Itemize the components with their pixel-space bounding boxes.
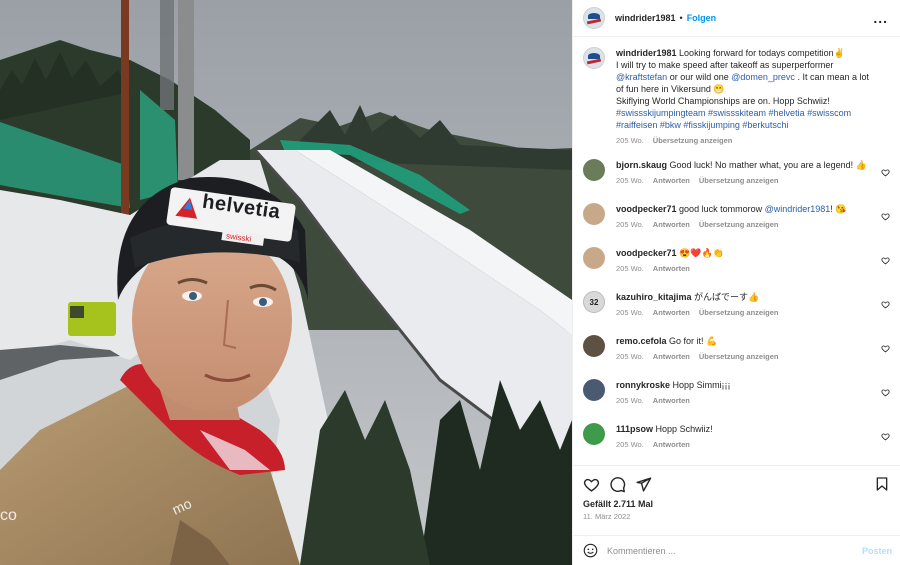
share-paper-plane-icon[interactable] bbox=[635, 476, 652, 493]
comment-text: 😍❤️🔥👏 bbox=[679, 248, 724, 258]
commenter-username[interactable]: 111psow bbox=[616, 424, 653, 434]
like-heart-icon[interactable] bbox=[881, 300, 890, 309]
comment-item: voodpecker71 😍❤️🔥👏 205 Wo. Antworten bbox=[583, 247, 890, 291]
follow-button[interactable]: Folgen bbox=[687, 13, 717, 23]
comment-time: 205 Wo. bbox=[616, 264, 644, 273]
separator-dot: • bbox=[679, 13, 683, 23]
commenter-username[interactable]: voodpecker71 bbox=[616, 248, 677, 258]
comment-time: 205 Wo. bbox=[616, 176, 644, 185]
comments-scroll-area[interactable]: windrider1981 Looking forward for todays… bbox=[573, 37, 900, 465]
commenter-avatar[interactable]: 32 bbox=[583, 291, 605, 313]
comment-text: Good luck! No mather what, you are a leg… bbox=[669, 160, 867, 170]
like-heart-icon[interactable] bbox=[881, 388, 890, 397]
reply-link[interactable]: Antworten bbox=[653, 263, 690, 275]
comment-text: ! 😘 bbox=[830, 204, 847, 214]
caption-line: Skiflying World Championships are on. Ho… bbox=[616, 96, 830, 106]
commenter-username[interactable]: bjorn.skaug bbox=[616, 160, 667, 170]
likes-count[interactable]: Gefällt 2.711 Mal bbox=[583, 499, 890, 509]
translate-link[interactable]: Übersetzung anzeigen bbox=[699, 219, 779, 231]
comment-item: 32 kazuhiro_kitajima がんばでーす👍 205 Wo. Ant… bbox=[583, 291, 890, 335]
reply-link[interactable]: Antworten bbox=[653, 175, 690, 187]
comment-item: 111psow Hopp Schwiiz! 205 Wo. Antworten bbox=[583, 423, 890, 465]
like-heart-icon[interactable] bbox=[881, 432, 890, 441]
post-actions: Gefällt 2.711 Mal 11. März 2022 bbox=[573, 465, 900, 535]
caption-time: 205 Wo. bbox=[616, 136, 644, 145]
like-heart-icon[interactable] bbox=[881, 256, 890, 265]
caption-line: or our wild one bbox=[669, 72, 729, 82]
comment-text: Hopp Simmi¡¡¡ bbox=[672, 380, 731, 390]
commenter-avatar[interactable] bbox=[583, 203, 605, 225]
like-heart-icon[interactable] bbox=[881, 344, 890, 353]
comment-text: good luck tommorow bbox=[679, 204, 763, 214]
author-avatar[interactable] bbox=[583, 47, 605, 69]
commenter-username[interactable]: ronnykroske bbox=[616, 380, 670, 390]
avatar-number: 32 bbox=[589, 298, 599, 307]
reply-link[interactable]: Antworten bbox=[653, 351, 690, 363]
comment-time: 205 Wo. bbox=[616, 220, 644, 229]
author-avatar[interactable] bbox=[583, 7, 605, 29]
commenter-avatar[interactable] bbox=[583, 379, 605, 401]
commenter-avatar[interactable] bbox=[583, 247, 605, 269]
post-header: windrider1981 • Folgen ... bbox=[573, 0, 900, 37]
commenter-avatar[interactable] bbox=[583, 159, 605, 181]
comment-item: remo.cefola Go for it! 💪 205 Wo. Antwort… bbox=[583, 335, 890, 379]
comment-input[interactable]: Kommentieren ... bbox=[607, 546, 862, 556]
comment-bubble-icon[interactable] bbox=[609, 476, 626, 493]
add-comment-bar: Kommentieren ... Posten bbox=[573, 535, 900, 565]
mention-link[interactable]: @windrider1981 bbox=[765, 204, 831, 214]
like-heart-icon[interactable] bbox=[881, 168, 890, 177]
comment-time: 205 Wo. bbox=[616, 352, 644, 361]
selfie-ski-jump-image: mo co bbox=[0, 0, 572, 565]
emoji-smiley-icon[interactable] bbox=[583, 543, 598, 558]
caption-line: I will try to make speed after takeoff a… bbox=[616, 60, 834, 70]
reply-link[interactable]: Antworten bbox=[653, 307, 690, 319]
translate-link[interactable]: Übersetzung anzeigen bbox=[653, 135, 733, 147]
like-heart-icon[interactable] bbox=[881, 212, 890, 221]
commenter-avatar[interactable] bbox=[583, 335, 605, 357]
like-heart-icon[interactable] bbox=[583, 476, 600, 493]
author-username[interactable]: windrider1981 bbox=[615, 13, 676, 23]
commenter-username[interactable]: voodpecker71 bbox=[616, 204, 677, 214]
mention-link[interactable]: @domen_prevc bbox=[731, 72, 795, 82]
post-photo[interactable]: mo co helvetia swisski bbox=[0, 0, 572, 565]
commenter-username[interactable]: kazuhiro_kitajima bbox=[616, 292, 692, 302]
comment-text: Hopp Schwiiz! bbox=[655, 424, 713, 434]
translate-link[interactable]: Übersetzung anzeigen bbox=[699, 351, 779, 363]
caption-line: Looking forward for todays competition✌️ bbox=[679, 48, 845, 58]
reply-link[interactable]: Antworten bbox=[653, 219, 690, 231]
comment-item: voodpecker71 good luck tommorow @windrid… bbox=[583, 203, 890, 247]
translate-link[interactable]: Übersetzung anzeigen bbox=[699, 175, 779, 187]
save-bookmark-icon[interactable] bbox=[874, 476, 890, 492]
comment-time: 205 Wo. bbox=[616, 396, 644, 405]
hashtag-links[interactable]: #swissskijumpingteam #swissskiteam #helv… bbox=[616, 108, 851, 130]
mention-link[interactable]: @kraftstefan bbox=[616, 72, 667, 82]
reply-link[interactable]: Antworten bbox=[653, 395, 690, 407]
post-side-panel: windrider1981 • Folgen ... windrider1981… bbox=[572, 0, 900, 565]
comment-text: がんばでーす👍 bbox=[694, 292, 760, 302]
translate-link[interactable]: Übersetzung anzeigen bbox=[699, 307, 779, 319]
commenter-avatar[interactable] bbox=[583, 423, 605, 445]
post-comment-button[interactable]: Posten bbox=[862, 546, 892, 556]
more-options-icon[interactable]: ... bbox=[873, 10, 888, 26]
commenter-username[interactable]: remo.cefola bbox=[616, 336, 667, 346]
comment-time: 205 Wo. bbox=[616, 440, 644, 449]
caption-username[interactable]: windrider1981 bbox=[616, 48, 677, 58]
reply-link[interactable]: Antworten bbox=[653, 439, 690, 451]
post-caption: windrider1981 Looking forward for todays… bbox=[583, 47, 890, 147]
comment-time: 205 Wo. bbox=[616, 308, 644, 317]
comment-text: Go for it! 💪 bbox=[669, 336, 718, 346]
svg-text:co: co bbox=[0, 507, 17, 524]
comment-item: bjorn.skaug Good luck! No mather what, y… bbox=[583, 159, 890, 203]
comment-item: ronnykroske Hopp Simmi¡¡¡ 205 Wo. Antwor… bbox=[583, 379, 890, 423]
post-date: 11. März 2022 bbox=[583, 512, 631, 521]
